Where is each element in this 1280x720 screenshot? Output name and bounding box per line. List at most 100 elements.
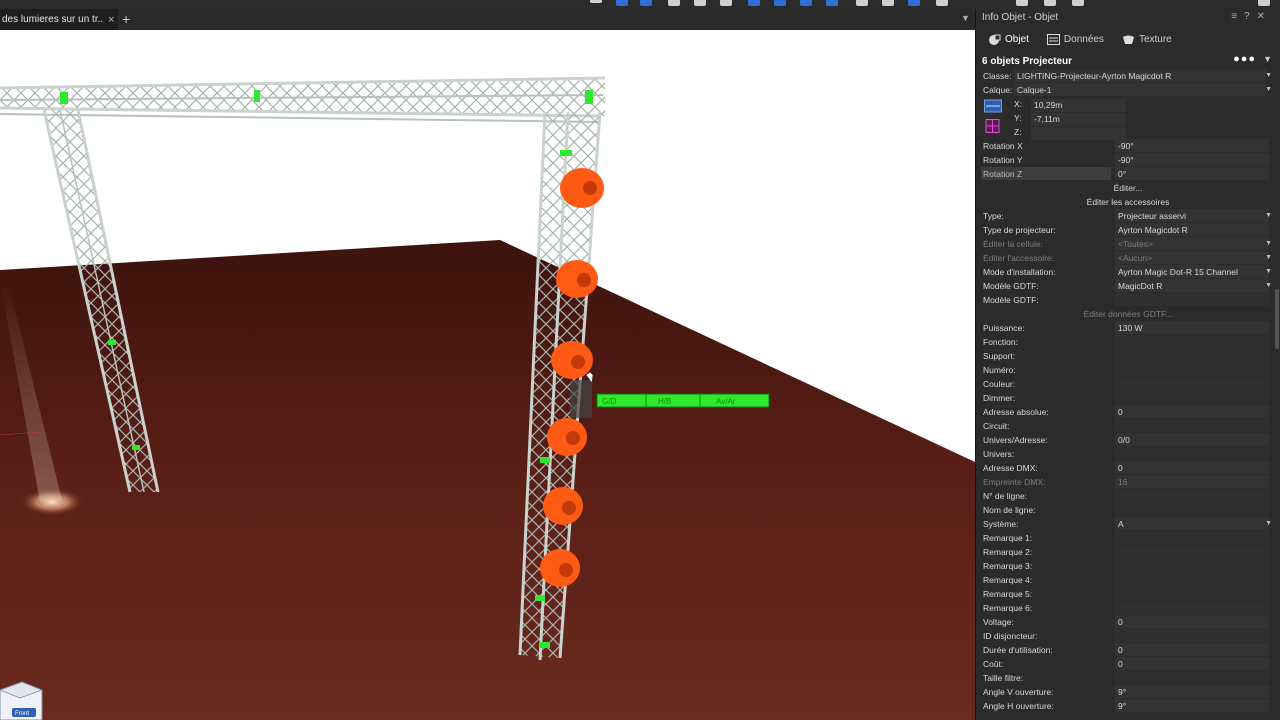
duree-d-utilisation-input[interactable]: 0 xyxy=(1115,643,1269,656)
remarque-6-row: Remarque 6: xyxy=(976,601,1280,615)
more-options-icon[interactable]: ●●● xyxy=(1233,53,1256,65)
mode-d-installation-input[interactable]: Ayrton Magic Dot-R 15 Channel xyxy=(1115,265,1269,278)
taille-filtre-label: Taille filtre: xyxy=(983,673,1024,683)
move-gizmo[interactable]: G/D H/B Av/Ar xyxy=(596,393,770,408)
duree-d-utilisation-row: Durée d'utilisation: 0 xyxy=(976,643,1280,657)
fixture[interactable] xyxy=(560,168,604,208)
toolbar-tool-icon[interactable] xyxy=(826,0,838,6)
n-de-ligne-input[interactable] xyxy=(1115,489,1269,502)
toolbar-tool-icon[interactable] xyxy=(1044,0,1056,6)
fixture[interactable] xyxy=(551,341,593,379)
nom-de-ligne-input[interactable] xyxy=(1115,503,1269,516)
editer-l-accessoire-input[interactable]: <Aucun> xyxy=(1115,251,1269,264)
chevron-down-icon[interactable]: ▼ xyxy=(1265,517,1272,531)
cout-input[interactable]: 0 xyxy=(1115,657,1269,670)
voltage-input[interactable]: 0 xyxy=(1115,615,1269,628)
toolbar-tool-icon[interactable] xyxy=(936,0,948,6)
angle-h-ouverture-input[interactable]: 9° xyxy=(1115,699,1269,712)
toolbar-tool-icon[interactable] xyxy=(640,0,652,6)
chevron-down-icon[interactable]: ▼ xyxy=(1265,279,1272,293)
puissance-input[interactable]: 130 W xyxy=(1115,321,1269,334)
fixture[interactable] xyxy=(540,549,580,587)
plan-view-icon[interactable] xyxy=(984,99,1002,113)
chevron-down-icon[interactable]: ▼ xyxy=(1263,54,1272,64)
editer-la-cellule-input[interactable]: <Toutes> xyxy=(1115,237,1269,250)
toolbar-tool-icon[interactable] xyxy=(774,0,786,6)
remarque-6-input[interactable] xyxy=(1115,601,1269,614)
edit-button[interactable]: Éditer... xyxy=(976,181,1280,195)
dimmer-input[interactable] xyxy=(1115,391,1269,404)
fixture[interactable] xyxy=(543,487,583,525)
panel-scrollbar[interactable] xyxy=(1275,289,1279,349)
x-input[interactable]: 10,29m xyxy=(1031,99,1126,112)
toolbar-tool-icon[interactable] xyxy=(668,0,680,6)
numero-input[interactable] xyxy=(1115,363,1269,376)
toolbar-tool-icon[interactable] xyxy=(1016,0,1028,6)
classe-select[interactable]: LIGHTING-Projecteur-Ayrton Magicdot R xyxy=(1014,69,1266,82)
grid-view-icon[interactable] xyxy=(984,119,1002,133)
chevron-down-icon[interactable]: ▼ xyxy=(1265,265,1272,279)
add-tab-icon[interactable]: + xyxy=(122,11,130,27)
circuit-input[interactable] xyxy=(1115,419,1269,432)
tab-texture[interactable]: Texture xyxy=(1118,31,1176,48)
couleur-input[interactable] xyxy=(1115,377,1269,390)
close-icon[interactable]: × xyxy=(108,14,114,26)
fonction-input[interactable] xyxy=(1115,335,1269,348)
document-tab[interactable]: des lumieres sur un tr... × xyxy=(0,9,118,30)
univers-adresse-input[interactable]: 0/0 xyxy=(1115,433,1269,446)
3d-viewport[interactable]: G/D H/B Av/Ar Front xyxy=(0,30,975,720)
univers-input[interactable] xyxy=(1115,447,1269,460)
adresse-absolue-input[interactable]: 0 xyxy=(1115,405,1269,418)
remarque-5-input[interactable] xyxy=(1115,587,1269,600)
tab-donnees[interactable]: Données xyxy=(1043,31,1108,48)
adresse-dmx-input[interactable]: 0 xyxy=(1115,461,1269,474)
toolbar-tool-icon[interactable] xyxy=(882,0,894,6)
chevron-down-icon[interactable]: ▼ xyxy=(1265,83,1272,97)
edit-gdtf-button[interactable]: Éditer données GDTF... xyxy=(976,307,1280,321)
remarque-1-input[interactable] xyxy=(1115,531,1269,544)
toolbar-tool-icon[interactable] xyxy=(1258,0,1270,6)
toolbar-tool-icon[interactable] xyxy=(590,0,602,3)
chevron-down-icon[interactable]: ▼ xyxy=(961,13,970,23)
panel-window-controls[interactable]: ≡?✕ xyxy=(1231,11,1272,22)
chevron-down-icon[interactable]: ▼ xyxy=(1265,209,1272,223)
type-de-projecteur-input[interactable]: Ayrton Magicdot R xyxy=(1115,223,1269,236)
calque-select[interactable]: Calque-1 xyxy=(1014,83,1266,96)
rotation-x-input[interactable]: -90° xyxy=(1115,139,1269,152)
view-cube[interactable]: Front xyxy=(0,681,44,720)
systeme-input[interactable]: A xyxy=(1115,517,1269,530)
toolbar-tool-icon[interactable] xyxy=(1072,0,1084,6)
fixture[interactable] xyxy=(556,260,598,298)
toolbar-tool-icon[interactable] xyxy=(616,0,628,6)
empreinte-dmx-input[interactable]: 16 xyxy=(1115,475,1269,488)
fixture[interactable] xyxy=(547,418,587,456)
toolbar-tool-icon[interactable] xyxy=(908,0,920,6)
remarque-2-input[interactable] xyxy=(1115,545,1269,558)
rotation-z-input[interactable]: 0° xyxy=(1115,167,1269,180)
tab-objet[interactable]: Objet xyxy=(984,31,1033,48)
tab-objet-label: Objet xyxy=(1005,33,1029,45)
angle-v-ouverture-input[interactable]: 9° xyxy=(1115,685,1269,698)
chevron-down-icon[interactable]: ▼ xyxy=(1265,69,1272,83)
remarque-4-label: Remarque 4: xyxy=(983,575,1033,585)
remarque-4-input[interactable] xyxy=(1115,573,1269,586)
remarque-3-input[interactable] xyxy=(1115,559,1269,572)
chevron-down-icon[interactable]: ▼ xyxy=(1265,237,1272,251)
toolbar-tool-icon[interactable] xyxy=(748,0,760,6)
edit-accessories-button[interactable]: Éditer les accessoires xyxy=(976,195,1280,209)
rotation-y-input[interactable]: -90° xyxy=(1115,153,1269,166)
modele-gdtf-input[interactable]: MagicDot R xyxy=(1115,279,1269,292)
toolbar-tool-icon[interactable] xyxy=(856,0,868,6)
toolbar-tool-icon[interactable] xyxy=(720,0,732,6)
support-input[interactable] xyxy=(1115,349,1269,362)
taille-filtre-input[interactable] xyxy=(1115,671,1269,684)
modele-gdtf-input[interactable] xyxy=(1115,293,1269,306)
chevron-down-icon[interactable]: ▼ xyxy=(1265,251,1272,265)
type-input[interactable]: Projecteur asservi xyxy=(1115,209,1269,222)
toolbar-tool-icon[interactable] xyxy=(800,0,812,6)
y-input[interactable]: -7,11m xyxy=(1031,113,1126,126)
id-disjoncteur-input[interactable] xyxy=(1115,629,1269,642)
document-tab-label: des lumieres sur un tr... xyxy=(2,14,104,25)
adresse-dmx-label: Adresse DMX: xyxy=(983,463,1038,473)
toolbar-tool-icon[interactable] xyxy=(694,0,706,6)
